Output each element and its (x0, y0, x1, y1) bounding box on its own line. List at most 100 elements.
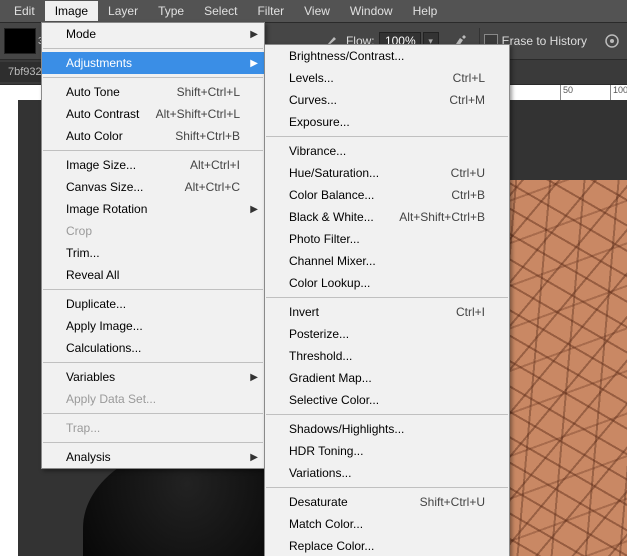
menu-separator (266, 297, 508, 298)
menu-item-label: Match Color... (289, 517, 485, 531)
menu-item-shortcut: Ctrl+M (449, 93, 485, 107)
menu-layer[interactable]: Layer (98, 1, 148, 21)
menu-item-label: Hue/Saturation... (289, 166, 437, 180)
ruler-vertical (0, 100, 19, 556)
adjustments-item-black-white[interactable]: Black & White...Alt+Shift+Ctrl+B (265, 206, 509, 228)
menu-item-label: Auto Tone (66, 85, 163, 99)
menu-item-label: Threshold... (289, 349, 485, 363)
submenu-arrow-icon: ▶ (250, 204, 258, 215)
adjustments-item-replace-color[interactable]: Replace Color... (265, 535, 509, 556)
menu-select[interactable]: Select (194, 1, 247, 21)
menu-item-shortcut: Shift+Ctrl+L (177, 85, 240, 99)
adjustments-item-posterize[interactable]: Posterize... (265, 323, 509, 345)
menu-separator (43, 442, 263, 443)
adjustments-item-levels[interactable]: Levels...Ctrl+L (265, 67, 509, 89)
adjustments-item-vibrance[interactable]: Vibrance... (265, 140, 509, 162)
adjustments-item-threshold[interactable]: Threshold... (265, 345, 509, 367)
menu-item-label: Mode (66, 27, 240, 41)
adjustments-item-gradient-map[interactable]: Gradient Map... (265, 367, 509, 389)
image-menu-item-variables[interactable]: Variables▶ (42, 366, 264, 388)
menu-item-label: Invert (289, 305, 442, 319)
menu-item-label: Trap... (66, 421, 240, 435)
adjustments-submenu-dropdown: Brightness/Contrast...Levels...Ctrl+LCur… (264, 44, 510, 556)
menu-item-label: HDR Toning... (289, 444, 485, 458)
menu-item-label: Gradient Map... (289, 371, 485, 385)
menu-item-label: Apply Data Set... (66, 392, 240, 406)
adjustments-item-channel-mixer[interactable]: Channel Mixer... (265, 250, 509, 272)
adjustments-item-color-balance[interactable]: Color Balance...Ctrl+B (265, 184, 509, 206)
menu-separator (43, 77, 263, 78)
adjustments-item-photo-filter[interactable]: Photo Filter... (265, 228, 509, 250)
menu-item-shortcut: Shift+Ctrl+U (420, 495, 485, 509)
menu-separator (266, 487, 508, 488)
image-menu-item-canvas-size[interactable]: Canvas Size...Alt+Ctrl+C (42, 176, 264, 198)
image-menu-dropdown: Mode▶Adjustments▶Auto ToneShift+Ctrl+LAu… (41, 22, 265, 469)
menu-item-label: Trim... (66, 246, 240, 260)
image-menu-item-mode[interactable]: Mode▶ (42, 23, 264, 45)
menu-item-shortcut: Alt+Ctrl+I (190, 158, 240, 172)
menu-item-label: Adjustments (66, 56, 240, 70)
menubar: EditImageLayerTypeSelectFilterViewWindow… (0, 0, 627, 23)
menu-edit[interactable]: Edit (4, 1, 45, 21)
image-menu-item-apply-image[interactable]: Apply Image... (42, 315, 264, 337)
adjustments-item-exposure[interactable]: Exposure... (265, 111, 509, 133)
tablet-pressure-icon[interactable] (603, 32, 621, 50)
menu-item-label: Image Size... (66, 158, 176, 172)
menu-item-label: Color Balance... (289, 188, 437, 202)
menu-image[interactable]: Image (45, 1, 98, 21)
adjustments-item-variations[interactable]: Variations... (265, 462, 509, 484)
adjustments-item-desaturate[interactable]: DesaturateShift+Ctrl+U (265, 491, 509, 513)
menu-item-shortcut: Shift+Ctrl+B (175, 129, 240, 143)
submenu-arrow-icon: ▶ (250, 452, 258, 463)
menu-item-label: Levels... (289, 71, 439, 85)
menu-separator (43, 289, 263, 290)
menu-item-label: Calculations... (66, 341, 240, 355)
adjustments-item-match-color[interactable]: Match Color... (265, 513, 509, 535)
menu-item-label: Variables (66, 370, 240, 384)
image-menu-item-reveal-all[interactable]: Reveal All (42, 264, 264, 286)
image-menu-item-auto-color[interactable]: Auto Color Shift+Ctrl+B (42, 125, 264, 147)
image-menu-item-calculations[interactable]: Calculations... (42, 337, 264, 359)
adjustments-item-invert[interactable]: InvertCtrl+I (265, 301, 509, 323)
document-tab-label: 7bf932 (8, 66, 42, 78)
menu-item-label: Image Rotation (66, 202, 240, 216)
adjustments-item-curves[interactable]: Curves... Ctrl+M (265, 89, 509, 111)
menu-item-label: Canvas Size... (66, 180, 171, 194)
menu-item-label: Auto Color (66, 129, 161, 143)
adjustments-item-hue-saturation[interactable]: Hue/Saturation...Ctrl+U (265, 162, 509, 184)
adjustments-item-shadows-highlights[interactable]: Shadows/Highlights... (265, 418, 509, 440)
image-menu-item-apply-data-set: Apply Data Set... (42, 388, 264, 410)
image-menu-item-adjustments[interactable]: Adjustments ▶ (42, 52, 264, 74)
menu-item-label: Curves... (289, 93, 435, 107)
menu-item-label: Black & White... (289, 210, 385, 224)
menu-help[interactable]: Help (403, 1, 448, 21)
menu-item-label: Shadows/Highlights... (289, 422, 485, 436)
adjustments-item-selective-color[interactable]: Selective Color... (265, 389, 509, 411)
brush-preview-swatch[interactable] (4, 28, 36, 54)
menu-filter[interactable]: Filter (247, 1, 294, 21)
menu-item-label: Color Lookup... (289, 276, 485, 290)
image-menu-item-auto-tone[interactable]: Auto Tone Shift+Ctrl+L (42, 81, 264, 103)
menu-view[interactable]: View (294, 1, 340, 21)
menu-separator (43, 48, 263, 49)
image-menu-item-image-rotation[interactable]: Image Rotation ▶ (42, 198, 264, 220)
image-menu-item-trim[interactable]: Trim... (42, 242, 264, 264)
adjustments-item-hdr-toning[interactable]: HDR Toning... (265, 440, 509, 462)
submenu-arrow-icon: ▶ (250, 58, 258, 69)
menu-item-label: Duplicate... (66, 297, 240, 311)
menu-item-label: Channel Mixer... (289, 254, 485, 268)
menu-window[interactable]: Window (340, 1, 403, 21)
image-menu-item-crop: Crop (42, 220, 264, 242)
image-menu-item-trap: Trap... (42, 417, 264, 439)
adjustments-item-brightness-contrast[interactable]: Brightness/Contrast... (265, 45, 509, 67)
image-menu-item-image-size[interactable]: Image Size... Alt+Ctrl+I (42, 154, 264, 176)
image-menu-item-analysis[interactable]: Analysis▶ (42, 446, 264, 468)
menu-item-label: Photo Filter... (289, 232, 485, 246)
image-menu-item-duplicate[interactable]: Duplicate... (42, 293, 264, 315)
image-menu-item-auto-contrast[interactable]: Auto ContrastAlt+Shift+Ctrl+L (42, 103, 264, 125)
menu-type[interactable]: Type (148, 1, 194, 21)
menu-item-label: Posterize... (289, 327, 485, 341)
menu-item-label: Exposure... (289, 115, 485, 129)
adjustments-item-color-lookup[interactable]: Color Lookup... (265, 272, 509, 294)
menu-separator (266, 136, 508, 137)
